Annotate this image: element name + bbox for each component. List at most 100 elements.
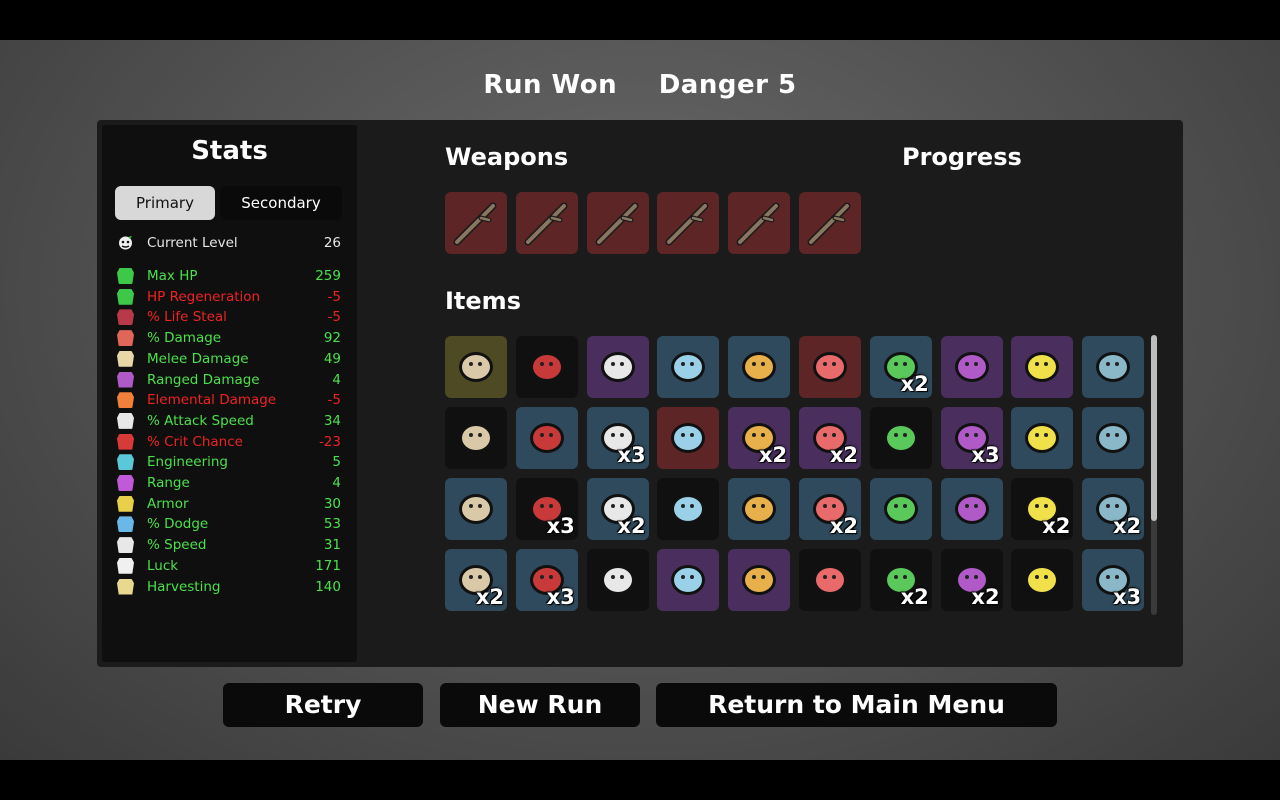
- weapon-slot[interactable]: [728, 192, 791, 254]
- stat-row: Engineering 5: [117, 452, 343, 472]
- stat-row: HP Regeneration -5: [117, 287, 343, 307]
- item-slot[interactable]: x3: [515, 549, 578, 611]
- item-slot[interactable]: [586, 549, 649, 611]
- flame-icon: [117, 392, 134, 409]
- stat-label: Elemental Damage: [147, 392, 277, 409]
- item-slot[interactable]: x2: [799, 478, 861, 540]
- scrollbar-thumb[interactable]: [1151, 335, 1157, 521]
- main-menu-button[interactable]: Return to Main Menu: [656, 683, 1057, 727]
- item-slot[interactable]: x2: [728, 407, 791, 469]
- item-count: x3: [546, 585, 575, 609]
- stat-row-current-level: Current Level 26: [117, 233, 343, 253]
- items-title: Items: [445, 287, 521, 315]
- item-count: x2: [900, 372, 929, 396]
- item-slot[interactable]: x3: [586, 407, 649, 469]
- retry-button[interactable]: Retry: [223, 683, 423, 727]
- item-slot[interactable]: x2: [586, 478, 649, 540]
- item-slot[interactable]: [445, 478, 507, 540]
- item-slot[interactable]: x2: [799, 407, 861, 469]
- bowler-hat-icon: [1025, 352, 1060, 382]
- bone-chain-icon: [671, 352, 706, 382]
- item-slot[interactable]: [869, 478, 932, 540]
- frog-icon: [1096, 423, 1131, 453]
- item-slot[interactable]: [728, 549, 791, 611]
- level-face-icon: [117, 235, 134, 251]
- new-run-button[interactable]: New Run: [440, 683, 640, 727]
- stat-row: % Crit Chance -23: [117, 432, 343, 452]
- item-slot[interactable]: x2: [940, 549, 1003, 611]
- stat-label: % Dodge: [147, 516, 209, 533]
- item-slot[interactable]: [445, 336, 507, 398]
- item-slot[interactable]: [799, 549, 861, 611]
- stick-icon: [665, 202, 709, 246]
- stat-value: 31: [323, 537, 341, 554]
- stat-value: -5: [327, 309, 341, 326]
- weapon-slot[interactable]: [799, 192, 861, 254]
- progress-title: Progress: [902, 143, 1022, 171]
- item-slot[interactable]: [586, 336, 649, 398]
- item-slot[interactable]: x2: [1082, 478, 1145, 540]
- tab-primary[interactable]: Primary: [115, 186, 215, 220]
- skull-mask-icon: [813, 565, 847, 595]
- item-slot[interactable]: x2: [869, 336, 932, 398]
- item-slot[interactable]: [657, 336, 720, 398]
- item-slot[interactable]: [728, 478, 791, 540]
- stat-label: % Damage: [147, 330, 222, 347]
- weapon-slot[interactable]: [586, 192, 649, 254]
- item-slot[interactable]: x2: [1011, 478, 1074, 540]
- item-slot[interactable]: x3: [1082, 549, 1145, 611]
- stat-value: 4: [332, 371, 341, 388]
- item-slot[interactable]: x3: [515, 478, 578, 540]
- potato-icon: [459, 352, 493, 382]
- stat-value: -5: [327, 392, 341, 409]
- stat-value: 259: [315, 268, 341, 284]
- item-slot[interactable]: [657, 478, 720, 540]
- stat-value: 49: [323, 350, 341, 367]
- item-slot[interactable]: [1011, 549, 1074, 611]
- item-slot[interactable]: [1082, 407, 1145, 469]
- stat-label: Range: [147, 475, 190, 491]
- stat-label: % Attack Speed: [147, 412, 254, 429]
- stat-row: % Damage 92: [117, 328, 343, 348]
- item-slot[interactable]: x3: [940, 407, 1003, 469]
- rubber-duck-icon: [883, 423, 918, 453]
- item-count: x3: [617, 443, 646, 467]
- item-slot[interactable]: [1011, 336, 1074, 398]
- item-slot[interactable]: [515, 407, 578, 469]
- item-count: x3: [971, 443, 1000, 467]
- boot-icon: [117, 537, 134, 554]
- item-slot[interactable]: [728, 336, 791, 398]
- weapon-slot[interactable]: [445, 192, 507, 254]
- item-slot[interactable]: [940, 478, 1003, 540]
- crescent-icon: [600, 565, 635, 595]
- stat-value: -23: [318, 433, 341, 450]
- tools-icon: [600, 352, 635, 382]
- stick-icon: [453, 202, 497, 246]
- item-slot[interactable]: [445, 407, 507, 469]
- weapon-slot[interactable]: [515, 192, 578, 254]
- snail-icon: [529, 423, 564, 453]
- items-scrollbar[interactable]: [1151, 335, 1157, 615]
- bow-icon: [117, 371, 134, 388]
- item-slot[interactable]: [1011, 407, 1074, 469]
- cake-slice-icon: [459, 423, 493, 453]
- stat-value: 140: [315, 578, 341, 595]
- anvil-icon: [671, 423, 706, 453]
- item-count: x2: [1042, 514, 1071, 538]
- stick-icon: [524, 202, 568, 246]
- item-slot[interactable]: [799, 336, 861, 398]
- item-slot[interactable]: [515, 336, 578, 398]
- item-slot[interactable]: [1082, 336, 1145, 398]
- item-slot[interactable]: x2: [445, 549, 507, 611]
- item-count: x2: [759, 443, 788, 467]
- weapon-slot[interactable]: [657, 192, 720, 254]
- item-slot[interactable]: [657, 407, 720, 469]
- tab-secondary[interactable]: Secondary: [220, 186, 342, 220]
- item-slot[interactable]: [940, 336, 1003, 398]
- stats-title: Stats: [191, 136, 268, 166]
- item-slot[interactable]: x2: [869, 549, 932, 611]
- item-slot[interactable]: [657, 549, 720, 611]
- stat-value: 34: [323, 412, 341, 429]
- item-slot[interactable]: [869, 407, 932, 469]
- robot-arm-icon: [1025, 423, 1060, 453]
